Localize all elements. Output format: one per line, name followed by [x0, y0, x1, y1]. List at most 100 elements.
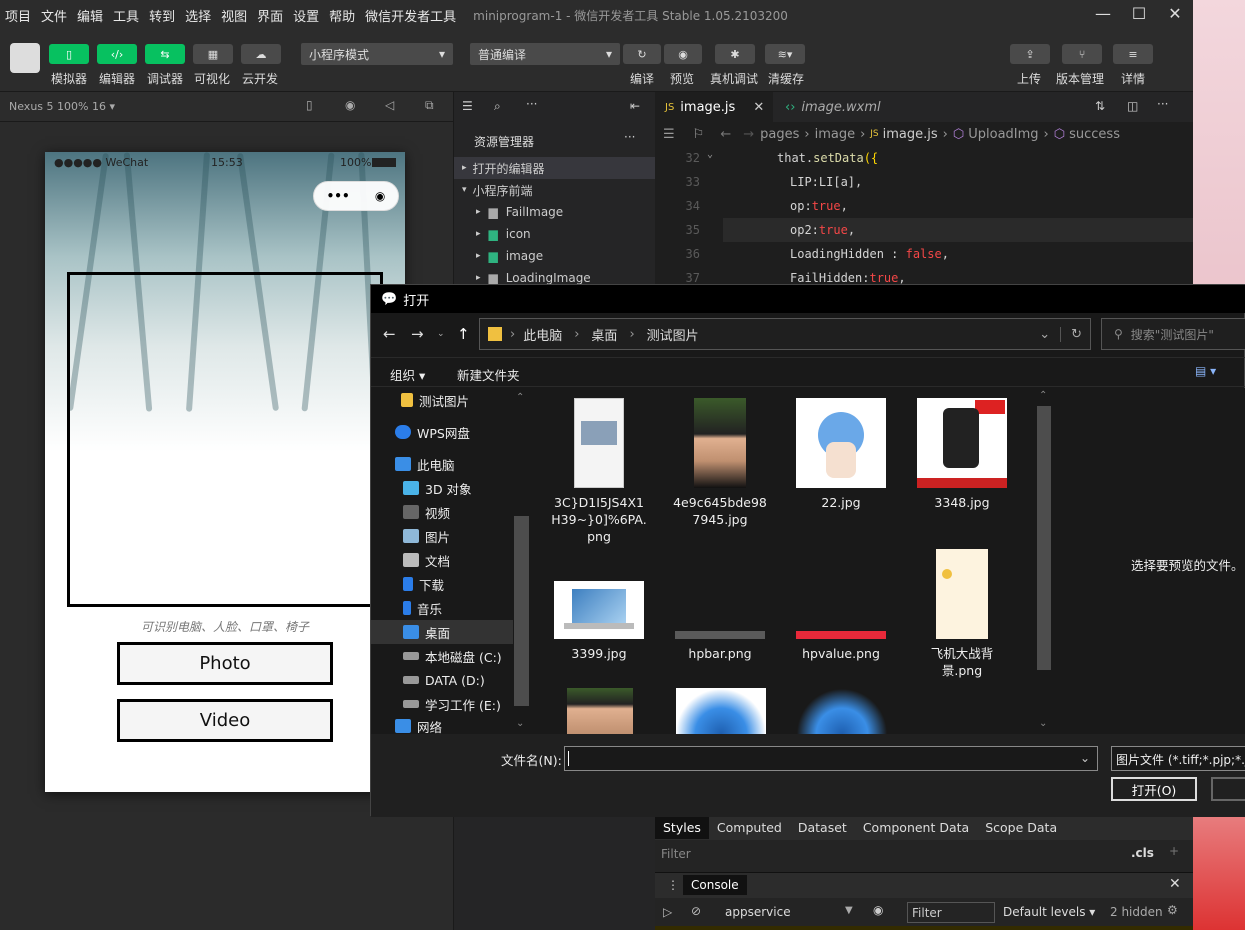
bookmark-icon[interactable]: ⚐	[693, 127, 705, 142]
menu-item-settings[interactable]: 设置	[288, 6, 324, 25]
organize-button[interactable]: 组织 ▾	[390, 365, 425, 384]
cls-toggle[interactable]: .cls	[1131, 846, 1154, 860]
menu-item-tools[interactable]: 工具	[108, 6, 144, 25]
debugger-toggle-icon[interactable]: ⇆	[145, 44, 185, 64]
simulator-label[interactable]: 模拟器	[51, 70, 87, 87]
file-item[interactable]: 3399.jpg	[539, 581, 659, 662]
sidebar-toggle-icon[interactable]: ▷	[663, 905, 672, 919]
compare-icon[interactable]: ⇅	[1095, 99, 1105, 113]
refresh-icon[interactable]: ↻	[1060, 326, 1082, 342]
device-debug-label[interactable]: 真机调试	[710, 70, 758, 87]
close-icon[interactable]: ✕	[1157, 4, 1193, 23]
breadcrumb-item[interactable]: image.js	[883, 127, 938, 142]
console-filter-input[interactable]: Filter	[907, 902, 995, 923]
branch-icon[interactable]: ⑂	[1062, 44, 1102, 64]
filename-input[interactable]: ⌄	[564, 746, 1098, 771]
file-thumbnail[interactable]	[797, 688, 887, 734]
breadcrumb-item[interactable]: pages	[760, 127, 799, 142]
menu-item-wechat-devtools[interactable]: 微信开发者工具	[360, 6, 461, 25]
minimize-icon[interactable]: —	[1085, 4, 1121, 23]
menu-item-file[interactable]: 文件	[36, 6, 72, 25]
more-icon[interactable]: ···	[1157, 97, 1168, 111]
upload-icon[interactable]: ⇪	[1010, 44, 1050, 64]
cancel-button[interactable]	[1211, 777, 1245, 801]
close-icon[interactable]: ✕	[753, 100, 764, 115]
gear-icon[interactable]: ⚙	[1167, 903, 1178, 917]
folder-row[interactable]: ▸ ▆ icon	[454, 223, 656, 245]
open-editors-section[interactable]: ▸ 打开的编辑器	[454, 157, 656, 179]
folder-row[interactable]: ▸ ▆ image	[454, 245, 656, 267]
file-item[interactable]: hpvalue.png	[781, 581, 901, 662]
list-icon[interactable]: ☰	[663, 127, 675, 142]
preview-label[interactable]: 预览	[670, 70, 694, 87]
maximize-icon[interactable]: ☐	[1121, 4, 1157, 23]
chevron-down-icon[interactable]: ⌄	[1039, 327, 1050, 342]
up-arrow-icon[interactable]: ↑	[457, 325, 470, 343]
scroll-up-icon[interactable]: ⌃	[516, 392, 524, 403]
menu-item-interface[interactable]: 界面	[252, 6, 288, 25]
address-bar[interactable]: › 此电脑 › 桌面 › 测试图片 ⌄ ↻	[479, 318, 1091, 350]
tab-scope-data[interactable]: Scope Data	[977, 820, 1065, 835]
nav-item[interactable]: WPS网盘	[395, 420, 535, 444]
explorer-more-icon[interactable]: ···	[624, 130, 635, 144]
photo-button[interactable]: Photo	[117, 642, 333, 685]
compile-icon[interactable]: ↻	[623, 44, 661, 64]
cloud-label[interactable]: 云开发	[242, 70, 278, 87]
code-area[interactable]: 32 ⌄ 33 34 35 36 37 that.setData({ LIP:L…	[655, 146, 1193, 286]
file-item[interactable]: 飞机大战背景.png	[902, 549, 1022, 679]
tab-computed[interactable]: Computed	[709, 820, 790, 835]
clear-console-icon[interactable]: ⊘	[691, 904, 701, 918]
fold-chevron-icon[interactable]: ⌄	[707, 149, 713, 160]
mode-select[interactable]: 小程序模式 ▾	[301, 43, 453, 65]
levels-select[interactable]: Default levels ▾	[1003, 905, 1095, 919]
chevron-down-icon[interactable]: ⌄	[1080, 751, 1090, 765]
file-item[interactable]: 3348.jpg	[902, 398, 1022, 511]
collapse-panel-icon[interactable]: ⇤	[630, 99, 640, 113]
popout-icon[interactable]: ⧉	[425, 98, 434, 113]
debugger-label[interactable]: 调试器	[147, 70, 183, 87]
record-icon[interactable]: ◉	[345, 98, 355, 112]
avatar[interactable]	[10, 43, 40, 73]
preview-eye-icon[interactable]: ◉	[664, 44, 702, 64]
file-item[interactable]: 4e9c645bde987945.jpg	[660, 398, 780, 528]
editor-label[interactable]: 编辑器	[99, 70, 135, 87]
tab-console[interactable]: Console	[683, 875, 747, 895]
context-select[interactable]: appservice	[725, 905, 791, 919]
editor-toggle-icon[interactable]: ‹/›	[97, 44, 137, 64]
tab-image-wxml[interactable]: ‹› image.wxml	[775, 92, 903, 122]
capsule-close-icon[interactable]: ◉	[375, 189, 385, 203]
file-scrollbar[interactable]	[1037, 406, 1051, 670]
forward-arrow-icon[interactable]: →	[411, 325, 424, 343]
styles-filter-input[interactable]: Filter	[661, 847, 691, 861]
tab-image-js[interactable]: JS image.js ✕	[655, 92, 773, 122]
menu-lines-icon[interactable]: ≡	[1113, 44, 1153, 64]
image-frame[interactable]	[67, 272, 383, 607]
tab-styles[interactable]: Styles	[655, 815, 709, 839]
nav-scrollbar[interactable]	[514, 516, 529, 706]
file-item[interactable]: 3C}D1I5JS4X1H39~}0]%6PA.png	[539, 398, 659, 545]
breadcrumb-item[interactable]: image	[815, 127, 856, 142]
recent-chevron-icon[interactable]: ⌄	[437, 329, 445, 339]
cloud-icon[interactable]: ☁	[241, 44, 281, 64]
new-folder-button[interactable]: 新建文件夹	[457, 365, 520, 384]
filetype-select[interactable]: 图片文件 (*.tiff;*.pjp;*.jfi	[1111, 746, 1245, 771]
menu-item-select[interactable]: 选择	[180, 6, 216, 25]
tab-component-data[interactable]: Component Data	[855, 820, 977, 835]
close-icon[interactable]: ✕	[1169, 876, 1181, 892]
search-icon[interactable]: ⌕	[494, 99, 501, 114]
eye-icon[interactable]: ◉	[873, 903, 883, 917]
breadcrumb-item[interactable]: 桌面	[591, 325, 617, 344]
view-options-icon[interactable]: ▤ ▾	[1195, 364, 1216, 378]
split-editor-icon[interactable]: ◫	[1127, 99, 1138, 113]
breadcrumb-item[interactable]: 此电脑	[523, 325, 562, 344]
forward-arrow-icon[interactable]: →	[743, 127, 754, 142]
clear-cache-label[interactable]: 清缓存	[768, 70, 804, 87]
project-section[interactable]: ▾ 小程序前端	[454, 179, 656, 201]
back-arrow-icon[interactable]: ←	[383, 325, 396, 343]
breadcrumb-item[interactable]: UploadImg	[968, 127, 1038, 142]
simulator-toggle-icon[interactable]: ▯	[49, 44, 89, 64]
visual-icon[interactable]: ▦	[193, 44, 233, 64]
nav-item[interactable]: 此电脑	[395, 452, 535, 476]
menu-item-goto[interactable]: 转到	[144, 6, 180, 25]
bug-icon[interactable]: ✱	[715, 44, 755, 64]
